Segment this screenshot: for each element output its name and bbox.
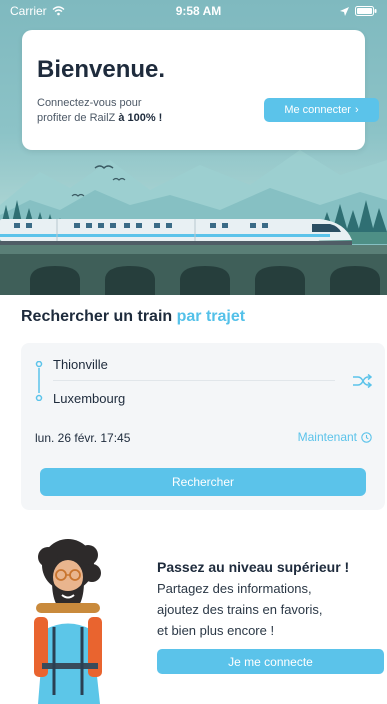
promo-line: et bien plus encore ! <box>157 623 275 638</box>
search-title-accent: par trajet <box>176 308 246 325</box>
welcome-text-bold: à 100% ! <box>118 112 163 124</box>
status-bar: Carrier 9:58 AM <box>0 0 387 22</box>
welcome-text: Connectez-vous pour profiter de RailZ à … <box>37 96 187 126</box>
route-divider <box>53 380 335 381</box>
connect-button-label: Me connecter <box>284 104 351 116</box>
connect-button[interactable]: Me connecter › <box>264 98 379 122</box>
promo-text: Partagez des informations, ajoutez des t… <box>157 578 322 641</box>
clock-icon <box>361 431 372 443</box>
location-arrow-icon <box>340 6 349 16</box>
search-form: Thionville Luxembourg lun. 26 févr. 17:4… <box>21 343 385 510</box>
train-illustration <box>0 219 352 245</box>
promo-connect-button[interactable]: Je me connecte <box>157 649 384 674</box>
welcome-card: Bienvenue. Connectez-vous pour profiter … <box>22 30 379 150</box>
traveler-illustration <box>34 539 102 704</box>
promo-title: Passez au niveau supérieur ! <box>157 559 350 575</box>
departure-datetime[interactable]: lun. 26 févr. 17:45 <box>35 431 130 445</box>
chevron-right-icon: › <box>354 104 359 116</box>
search-button[interactable]: Rechercher <box>40 468 366 496</box>
arrival-station-field[interactable]: Luxembourg <box>53 391 125 406</box>
battery-icon <box>355 6 377 16</box>
departure-station-field[interactable]: Thionville <box>53 357 108 372</box>
carrier-label: Carrier <box>10 4 47 18</box>
promo-line: Partagez des informations, <box>157 581 312 596</box>
welcome-text-line1: Connectez-vous pour <box>37 97 142 109</box>
now-label: Maintenant <box>297 430 357 444</box>
swap-icon[interactable] <box>352 373 372 389</box>
route-line-icon <box>35 361 43 401</box>
status-time: 9:58 AM <box>175 4 222 18</box>
hero-banner: Carrier 9:58 AM Bienvenue. Connectez-vou… <box>0 0 387 295</box>
wifi-icon <box>52 6 65 16</box>
welcome-title: Bienvenue. <box>37 56 166 83</box>
now-button[interactable]: Maintenant <box>298 430 372 444</box>
search-title-text: Rechercher un train <box>21 308 173 325</box>
welcome-text-line2: profiter de RailZ <box>37 112 119 124</box>
promo-line: ajoutez des trains en favoris, <box>157 602 323 617</box>
search-section-title: Rechercher un train par trajet <box>21 308 245 326</box>
